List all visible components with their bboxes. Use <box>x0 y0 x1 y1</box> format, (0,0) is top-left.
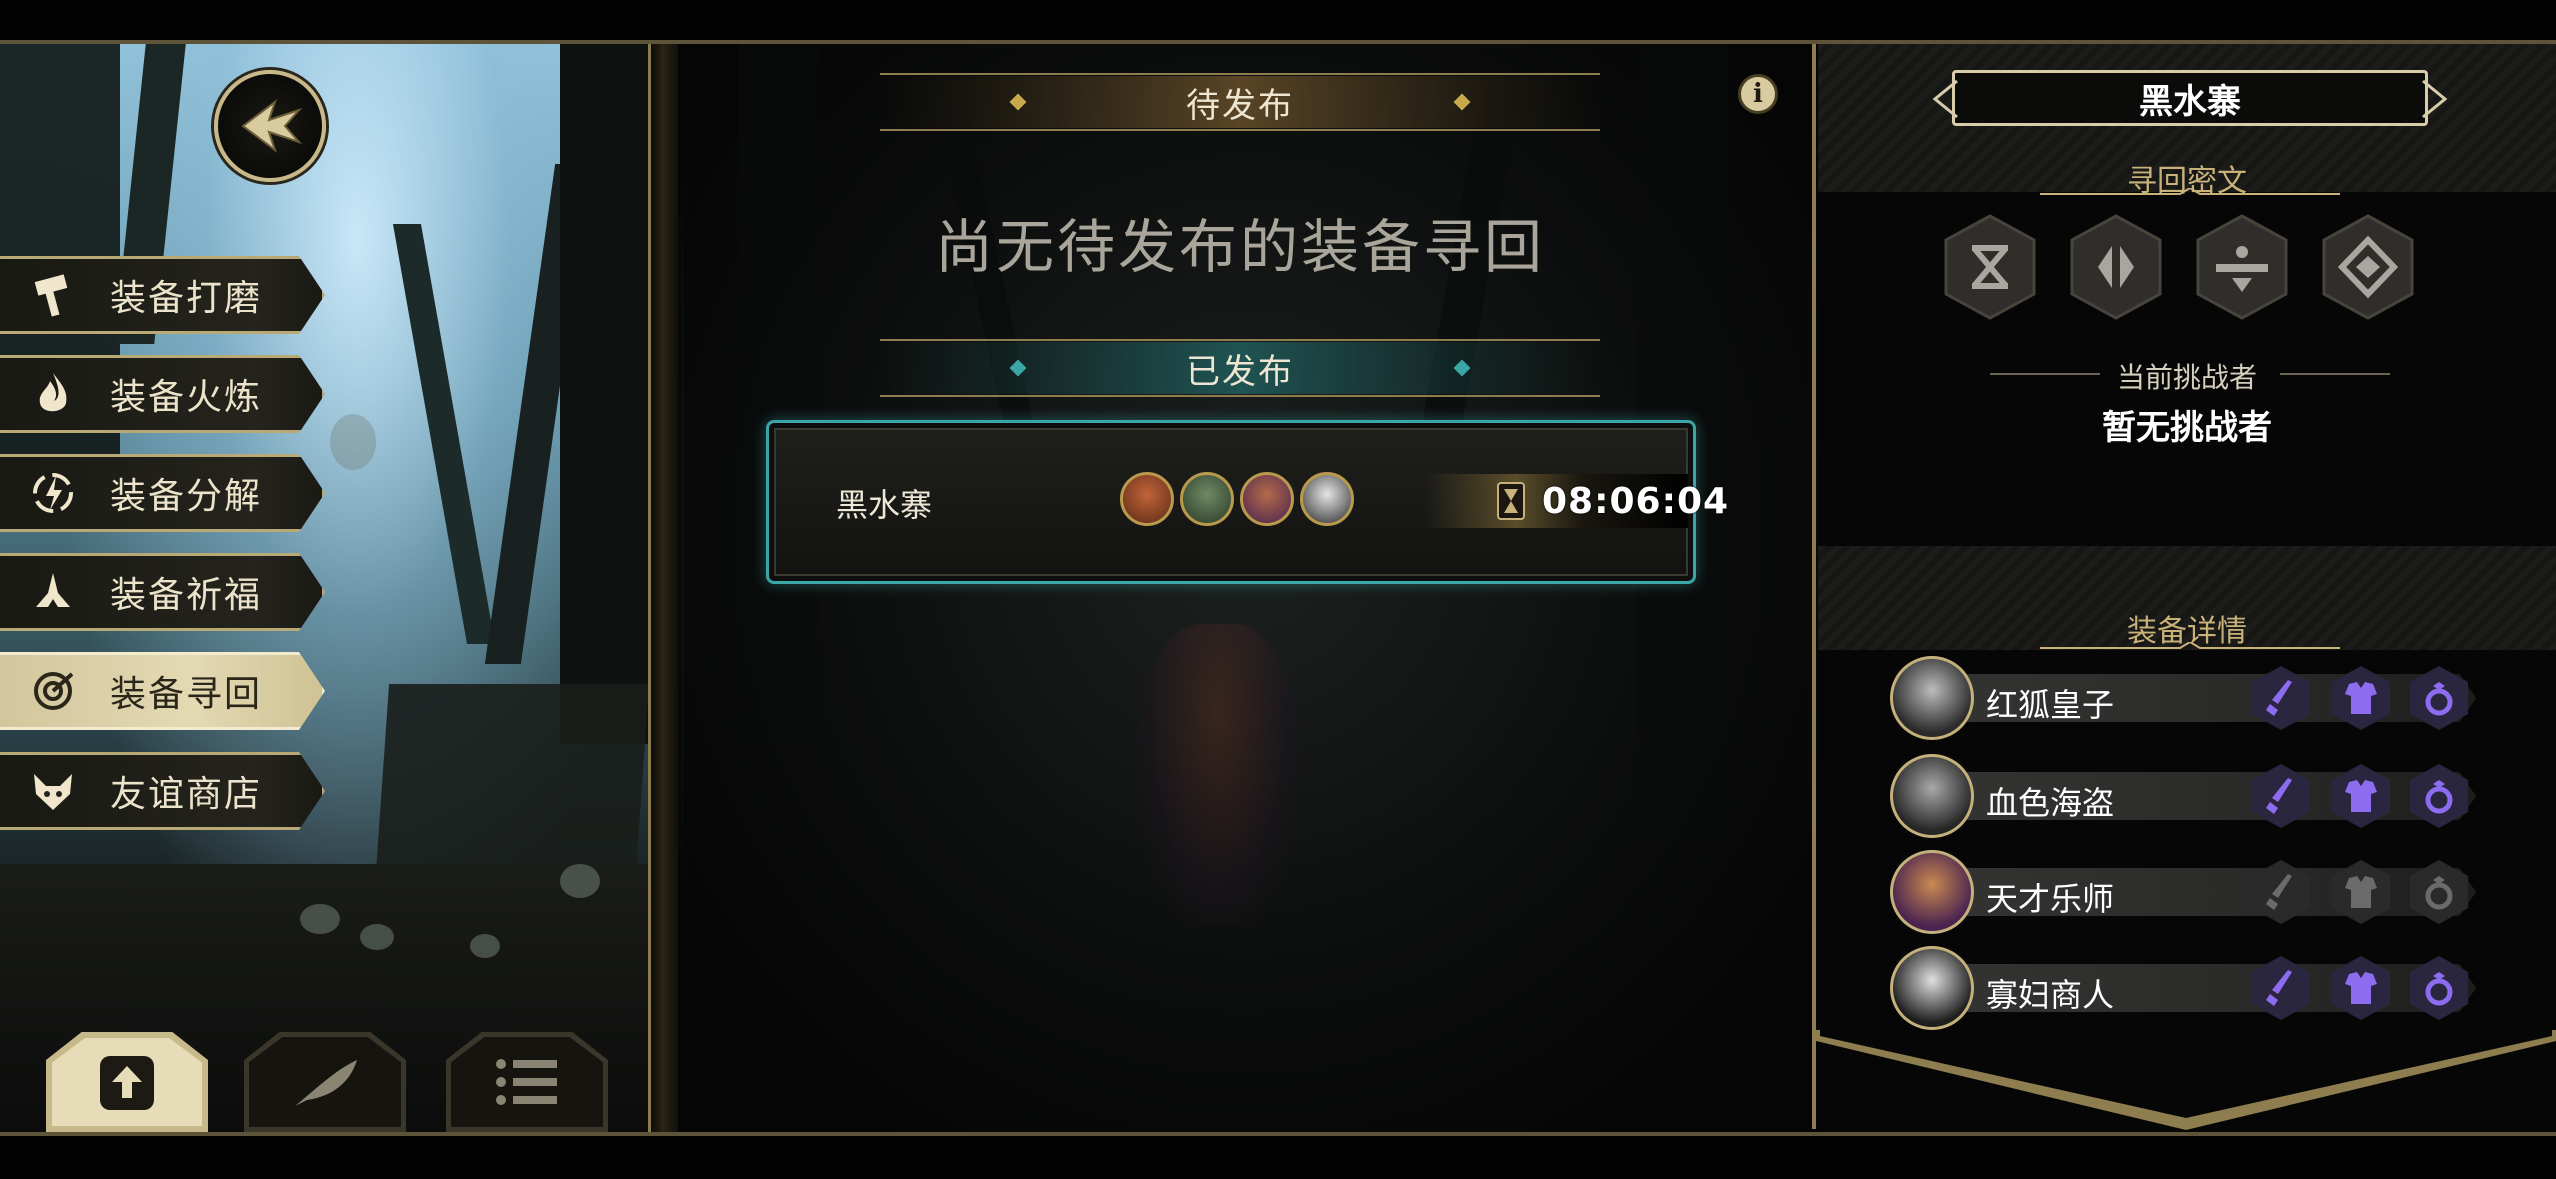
equipment-title-underline <box>2040 642 2340 649</box>
badger-avatar <box>1300 472 1354 526</box>
praying-hands-icon <box>18 556 88 628</box>
right-panel-bottom-point <box>1812 1030 2556 1130</box>
target-icon <box>18 655 88 727</box>
character-name: 天才乐师 <box>1986 880 2115 918</box>
equipment-row[interactable]: 寡妇商人 <box>1890 946 2476 1030</box>
menu-item-polish[interactable]: 装备打磨 <box>0 256 325 334</box>
cipher-title-underline <box>2040 188 2340 195</box>
cipher-glyph-bar-icon[interactable] <box>2194 212 2290 322</box>
countdown-timer: 08:06:04 <box>1424 474 1728 528</box>
genius-musician-portrait <box>1890 850 1974 934</box>
menu-item-label: 装备分解 <box>110 476 263 517</box>
crimson-pirate-portrait <box>1890 754 1974 838</box>
red-fox-avatar <box>1120 472 1174 526</box>
back-arrow-icon <box>241 99 303 153</box>
menu-item-retrieve[interactable]: 装备寻回 <box>0 652 325 730</box>
current-challenger-value: 暂无挑战者 <box>2102 408 2272 448</box>
equipment-row[interactable]: 天才乐师 <box>1890 850 2476 934</box>
info-button[interactable]: i <box>1738 74 1778 114</box>
character-name: 寡妇商人 <box>1986 976 2115 1014</box>
list-icon <box>496 1059 557 1105</box>
feather-icon <box>295 1060 357 1106</box>
cipher-glyph-x-icon[interactable] <box>1942 212 2038 322</box>
cipher-glyph-split-icon[interactable] <box>2068 212 2164 322</box>
menu-item-bless[interactable]: 装备祈福 <box>0 553 325 631</box>
menu-item-label: 装备寻回 <box>110 674 263 715</box>
menu-item-label: 装备祈福 <box>110 575 263 616</box>
location-banner[interactable]: 黑水寨 <box>1932 70 2448 126</box>
pending-header: 待发布 <box>880 70 1600 134</box>
timer-value: 08:06:04 <box>1542 480 1730 522</box>
chevron-right-icon <box>2422 79 2448 119</box>
menu-item-label: 友谊商店 <box>110 774 263 815</box>
top-frame-line <box>0 40 2556 44</box>
character-silhouette <box>1138 624 1298 924</box>
published-header: 已发布 <box>880 336 1600 400</box>
empty-pending-message: 尚无待发布的装备寻回 <box>934 213 1545 281</box>
flame-icon <box>18 358 88 430</box>
mission-location-name: 黑水寨 <box>836 486 933 524</box>
menu-item-friendship-shop[interactable]: 友谊商店 <box>0 752 325 830</box>
red-fox-prince-portrait <box>1890 656 1974 740</box>
current-challenger-label: 当前挑战者 <box>2116 361 2257 394</box>
menu-item-disassemble[interactable]: 装备分解 <box>0 454 325 532</box>
info-icon: i <box>1753 79 1763 109</box>
hourglass-icon <box>1497 482 1525 520</box>
cipher-glyph-diamond-icon[interactable] <box>2320 212 2416 322</box>
disassemble-icon <box>18 457 88 529</box>
tab-list[interactable] <box>446 1032 608 1132</box>
bottom-frame-line <box>0 1132 2556 1136</box>
menu-item-label: 装备打磨 <box>110 278 263 319</box>
pending-header-label: 待发布 <box>1186 85 1294 126</box>
menu-item-label: 装备火炼 <box>110 377 263 418</box>
fox-icon <box>18 755 88 827</box>
published-header-label: 已发布 <box>1186 351 1294 392</box>
crocodile-avatar <box>1180 472 1234 526</box>
widow-merchant-portrait <box>1890 946 1974 1030</box>
dog-musician-avatar <box>1240 472 1294 526</box>
character-name: 血色海盗 <box>1986 784 2115 822</box>
upload-document-icon <box>100 1056 154 1110</box>
character-name: 红狐皇子 <box>1986 686 2115 724</box>
chevron-left-icon <box>1932 79 1958 119</box>
hammer-icon <box>18 259 88 331</box>
tab-feather[interactable] <box>244 1032 406 1132</box>
equipment-row[interactable]: 红狐皇子 <box>1890 656 2476 740</box>
menu-item-smelt[interactable]: 装备火炼 <box>0 355 325 433</box>
back-button[interactable] <box>214 70 326 182</box>
equipment-row[interactable]: 血色海盗 <box>1890 754 2476 838</box>
location-name: 黑水寨 <box>2139 81 2241 122</box>
tab-publish[interactable] <box>46 1032 208 1132</box>
